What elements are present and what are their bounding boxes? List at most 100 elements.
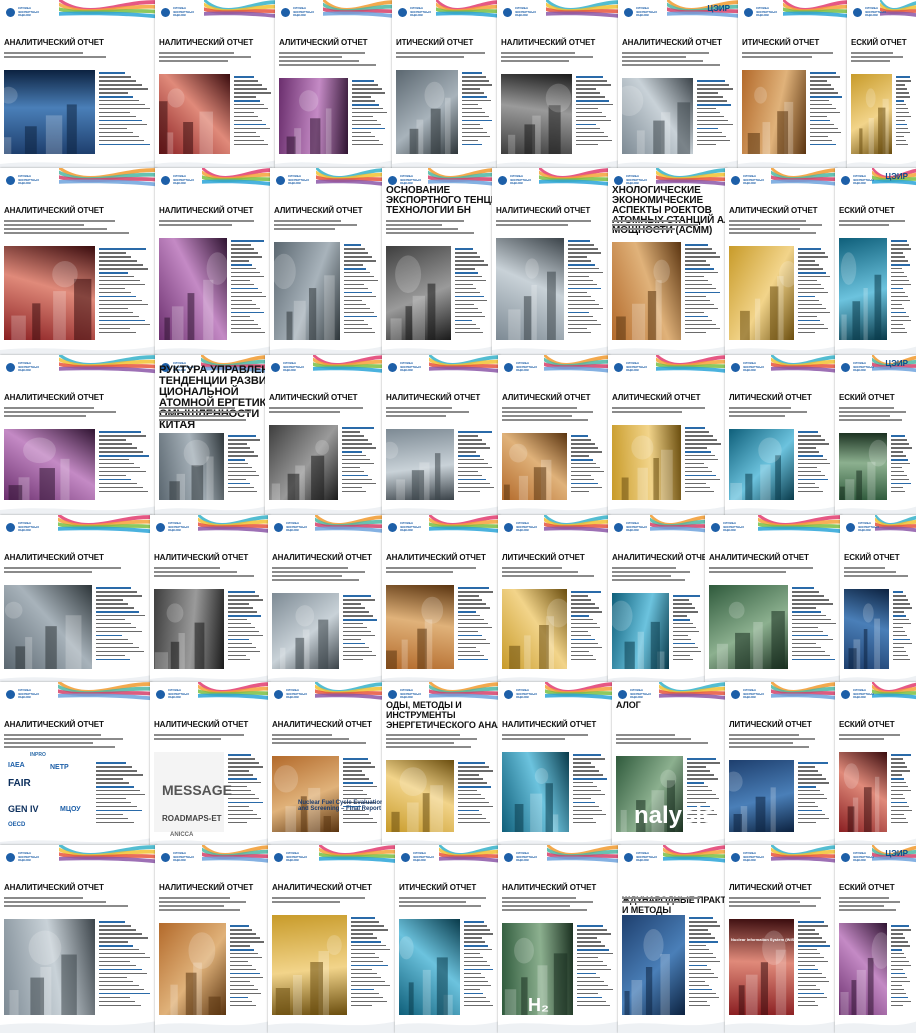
cover-photo [159,238,229,340]
side-text-column [896,76,912,148]
rosatom-logo-icon [504,853,513,862]
subtitle-text [839,734,909,742]
subtitle-text [839,220,909,228]
cover-photo [729,246,798,340]
subtitle-text [272,567,369,583]
logo-text: СЛУЖБА ЭКСПЕРТНЫХ ОЦЕНОК [400,521,422,532]
cover-title: АНАЛИТИЧЕСКИЙ ОТЧЕТ [622,38,722,47]
report-cover: СЛУЖБА ЭКСПЕРТНЫХ ОЦЕНОК АНАЛИТИЧЕСКИЙ ОТ… [0,682,152,850]
cover-title: ИТИЧЕСКИЙ ОТЧЕТ [399,883,477,892]
rosatom-logo-icon [846,523,855,532]
logo-text: СЛУЖБА ЭКСПЕРТНЫХ ОЦЕНОК [853,361,875,372]
subtitle-text [622,897,714,905]
cover-photo [386,585,454,669]
logo-text: СЛУЖБА ЭКСПЕРТНЫХ ОЦЕНОК [283,361,305,372]
cover-photo [272,756,339,832]
cover-title: ЕСКИЙ ОТЧЕТ [839,393,895,402]
cover-title: ЕСКИЙ ОТЧЕТ [839,206,895,215]
cover-photo [159,923,226,1015]
cover-photo [4,429,95,500]
cifr-logo: ЦЭИР [707,4,730,13]
report-cover: СЛУЖБА ЭКСПЕРТНЫХ ОЦЕНОК ИТИЧЕСКИЙ ОТЧЕТ [738,0,849,172]
side-text-column [99,72,151,148]
subtitle-text [502,567,596,579]
rosatom-logo-icon [853,8,862,17]
subtitle-text [396,52,486,60]
logo-text: СЛУЖБА ЭКСПЕРТНЫХ ОЦЕНОК [636,6,658,17]
report-cover: СЛУЖБА ЭКСПЕРТНЫХ ОЦЕНОК ЕСКИЙ ОТЧЕТ [847,0,916,172]
bottom-wave [498,1021,620,1033]
bottom-wave [155,1021,270,1033]
subtitle-text [269,407,369,415]
cover-title: АНАЛИТИЧЕСКИЙ ОТЧЕТ [272,883,372,892]
cover-title: АНАЛИТИЧЕСКИЙ ОТЧЕТ [709,553,809,562]
cover-title: НАЛИТИЧЕСКИЙ ОТЧЕТ [159,206,254,215]
logo-text: СЛУЖБА ЭКСПЕРТНЫХ ОЦЕНОК [756,6,778,17]
report-cover: СЛУЖБА ЭКСПЕРТНЫХ ОЦЕНОК АЛИТИЧЕСКИЙ ОТЧЕ… [275,0,394,172]
subtitle-text [502,897,604,913]
rosatom-logo-icon [841,363,850,372]
cover-photo [502,433,567,500]
cifr-logo: ЦЭИР [885,172,908,181]
subtitle-text [496,220,595,228]
message-word: MESSAGE [162,782,233,798]
report-cover: СЛУЖБА ЭКСПЕРТНЫХ ОЦЕНОК НАЛИТИЧЕСКИЙ ОТЧ… [497,0,620,172]
logo-text: СЛУЖБА ЭКСПЕРТНЫХ ОЦЕНОК [413,851,435,862]
cover-title: АНАЛИТИЧЕСКИЙ ОТЧЕТ [4,883,104,892]
side-text-column [573,754,608,826]
iaea-logo: IAEA [8,762,25,769]
report-cover: СЛУЖБА ЭКСПЕРТНЫХ ОЦЕНОК ЦЭИР ЕСКИЙ ОТЧЕТ [835,845,916,1033]
cover-title: АНАЛИТИЧЕСКИЙ ОТЧЕТ [386,553,486,562]
cover-photo [272,915,347,1015]
logo-text: СЛУЖБА ЭКСПЕРТНЫХ ОЦЕНОК [400,688,422,699]
cover-title: АЛИТИЧЕСКИЙ ОТЧЕТ [729,206,818,215]
report-cover: СЛУЖБА ЭКСПЕРТНЫХ ОЦЕНОК АНАЛИТИЧЕСКИЙ ОТ… [705,515,842,687]
logo-text: СЛУЖБА ЭКСПЕРТНЫХ ОЦЕНОК [630,688,652,699]
rosatom-logo-icon [731,690,740,699]
ribbon-graphic [770,845,837,863]
subtitle-text [4,567,132,575]
subtitle-text [272,734,369,746]
report-cover: СЛУЖБА ЭКСПЕРТНЫХ ОЦЕНОК АНАЛИТИЧЕСКИЙ ОТ… [0,168,157,358]
side-text-column [673,595,701,663]
report-cover: СЛУЖБА ЭКСПЕРТНЫХ ОЦЕНОК НАЛИТИЧЕСКИЙ ОТЧ… [382,355,500,518]
logo-text: СЛУЖБА ЭКСПЕРТНЫХ ОЦЕНОК [168,521,190,532]
ribbon-graphic [429,515,500,534]
cover-photo [159,74,230,154]
cover-photo [609,593,669,669]
report-cover: СЛУЖБА ЭКСПЕРТНЫХ ОЦЕНОК АЛОГ nalysis [612,682,727,850]
anicca-word: ANICCA [170,832,194,838]
report-cover: СЛУЖБА ЭКСПЕРТНЫХ ОЦЕНОК НАЛИТИЧЕСКИЙ ОТЧ… [155,0,277,172]
logo-text: СЛУЖБА ЭКСПЕРТНЫХ ОЦЕНОК [18,361,40,372]
side-text-column [99,921,151,1009]
bottom-wave [0,1021,157,1033]
logo-text: СЛУЖБА ЭКСПЕРТНЫХ ОЦЕНОК [515,6,537,17]
logo-text: СЛУЖБА ЭКСПЕРТНЫХ ОЦЕНОК [743,688,765,699]
rosatom-logo-icon [503,8,512,17]
side-text-column [231,240,266,336]
rosatom-logo-icon [6,8,15,17]
ribbon-graphic [436,0,499,18]
report-covers-collage: СЛУЖБА ЭКСПЕРТНЫХ ОЦЕНОК АНАЛИТИЧЕСКИЙ ОТ… [0,0,916,1033]
subtitle-text [4,220,136,236]
side-text-column [798,762,831,826]
side-text-column [576,76,614,148]
side-text-column [685,427,721,495]
cover-title: АЛИТИЧЕСКИЙ ОТЧЕТ [502,393,591,402]
cifr-logo: ЦЭИР [885,359,908,368]
rosatom-logo-icon [731,176,740,185]
ribbon-graphic [429,355,500,374]
subtitle-text [851,52,911,64]
cover-title: НАЛИТИЧЕСКИЙ ОТЧЕТ [159,38,254,47]
logo-text: СЛУЖБА ЭКСПЕРТНЫХ ОЦЕНОК [626,361,648,372]
ribbon-graphic [438,845,500,863]
cover-photo [496,238,564,340]
side-text-column [577,925,614,1009]
side-text-column [96,762,146,826]
cover-title: ОДЫ, МЕТОДЫ И ИНСТРУМЕНТЫ ЭНЕРГЕТИЧЕСКОГ… [386,700,500,730]
side-text-column [458,587,494,663]
cover-photo [272,593,339,669]
cover-photo [154,589,224,669]
logo-text: СЛУЖБА ЭКСПЕРТНЫХ ОЦЕНОК [400,361,422,372]
cover-photo [618,78,693,154]
